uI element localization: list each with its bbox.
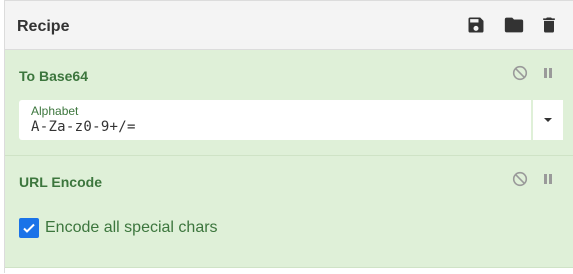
alphabet-field[interactable]: Alphabet A-Za-z0-9+/=: [19, 100, 531, 140]
pause-operation-button[interactable]: [538, 63, 558, 83]
pause-operation-button[interactable]: [538, 169, 558, 189]
recipe-empty-area: [5, 268, 573, 274]
recipe-header: Recipe: [5, 1, 573, 50]
checkmark-icon: [23, 223, 35, 233]
disable-icon: [512, 171, 528, 187]
folder-icon: [504, 17, 524, 33]
disable-operation-button[interactable]: [510, 63, 530, 83]
alphabet-field-label: Alphabet: [31, 104, 79, 118]
save-button[interactable]: [464, 13, 488, 37]
recipe-title: Recipe: [17, 18, 70, 35]
alphabet-field-value[interactable]: A-Za-z0-9+/=: [31, 119, 136, 135]
pause-icon: [544, 174, 552, 184]
alphabet-dropdown-button[interactable]: [533, 100, 563, 140]
operation-to-base64: To Base64 Alphabet A-Za-z0-9+/=: [5, 50, 573, 156]
pause-icon: [544, 68, 552, 78]
disable-icon: [512, 65, 528, 81]
load-button[interactable]: [502, 13, 526, 37]
operation-title: URL Encode: [19, 174, 102, 190]
encode-special-chars-label[interactable]: Encode all special chars: [45, 219, 218, 237]
clear-button[interactable]: [537, 13, 561, 37]
operation-title: To Base64: [19, 68, 88, 84]
recipe-panel: Recipe To Base64 Alphabet A-Za-z0-9+/= U…: [4, 0, 573, 274]
encode-special-chars-checkbox[interactable]: [19, 218, 39, 238]
operation-url-encode: URL Encode Encode all special chars: [5, 156, 573, 268]
save-icon: [468, 17, 484, 33]
disable-operation-button[interactable]: [510, 169, 530, 189]
trash-icon: [543, 17, 555, 33]
caret-down-icon: [544, 118, 552, 122]
